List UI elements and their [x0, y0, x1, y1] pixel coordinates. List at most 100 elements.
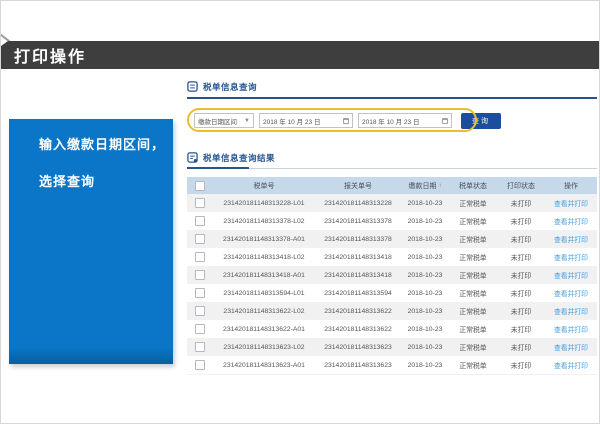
header-payment-date-label: 缴款日期 — [409, 181, 437, 191]
print-status: 未打印 — [497, 306, 545, 316]
results-section-title: 税单信息查询结果 — [203, 152, 275, 164]
row-checkbox[interactable] — [195, 306, 205, 316]
row-checkbox[interactable] — [195, 324, 205, 334]
payment-date: 2018-10-23 — [401, 290, 449, 297]
declaration-number: 231420181148313418 — [315, 254, 401, 261]
row-checkbox[interactable] — [195, 252, 205, 262]
results-section-header: 税单信息查询结果 — [187, 150, 597, 169]
declaration-number: 231420181148313623 — [315, 362, 401, 369]
date-from-input[interactable]: 2018 年 10 月 23 日 — [259, 113, 353, 128]
app-screenshot: 税单信息查询 缴款日期区间 ▼ 2018 年 10 月 23 日 2018 年 … — [187, 79, 597, 375]
instruction-panel: 输入缴款日期区间， 选择查询 — [9, 119, 173, 364]
payment-date: 2018-10-23 — [401, 272, 449, 279]
select-all-checkbox[interactable] — [195, 181, 205, 191]
declaration-number: 231420181148313622 — [315, 308, 401, 315]
declaration-number: 231420181148313228 — [315, 200, 401, 207]
tax-bill-number: 231420181148313418-A01 — [213, 272, 315, 279]
row-checkbox-cell — [187, 234, 213, 244]
print-status: 未打印 — [497, 216, 545, 226]
sort-ascending-icon: ↑ — [439, 183, 442, 189]
query-section-header: 税单信息查询 — [187, 79, 597, 99]
table-row: 231420181148313623-A01 23142018114831362… — [187, 356, 597, 374]
view-print-link[interactable]: 查看并打印 — [545, 342, 597, 352]
print-status: 未打印 — [497, 324, 545, 334]
view-print-link[interactable]: 查看并打印 — [545, 270, 597, 280]
payment-date: 2018-10-23 — [401, 200, 449, 207]
print-status: 未打印 — [497, 288, 545, 298]
view-print-link[interactable]: 查看并打印 — [545, 360, 597, 370]
table-row: 231420181148313228-L01 23142018114831322… — [187, 194, 597, 212]
row-checkbox-cell — [187, 324, 213, 334]
row-checkbox-cell — [187, 270, 213, 280]
tax-bill-number: 231420181148313228-L01 — [213, 200, 315, 207]
header-bill-status: 税单状态 — [449, 181, 497, 191]
table-row: 231420181148313636-L01 23142018114831363… — [187, 374, 597, 375]
bill-status: 正常税单 — [449, 288, 497, 298]
row-checkbox[interactable] — [195, 288, 205, 298]
print-status: 未打印 — [497, 360, 545, 370]
row-checkbox-cell — [187, 288, 213, 298]
tax-bill-number: 231420181148313378-A01 — [213, 236, 315, 243]
date-to-value: 2018 年 10 月 23 日 — [362, 116, 419, 126]
print-status: 未打印 — [497, 252, 545, 262]
print-status: 未打印 — [497, 270, 545, 280]
payment-date: 2018-10-23 — [401, 236, 449, 243]
view-print-link[interactable]: 查看并打印 — [545, 324, 597, 334]
row-checkbox-cell — [187, 198, 213, 208]
calendar-icon — [343, 118, 349, 124]
print-status: 未打印 — [497, 198, 545, 208]
bill-status: 正常税单 — [449, 252, 497, 262]
declaration-number: 231420181148313623 — [315, 344, 401, 351]
row-checkbox[interactable] — [195, 342, 205, 352]
bill-status: 正常税单 — [449, 342, 497, 352]
tax-bill-number: 231420181148313378-L02 — [213, 218, 315, 225]
row-checkbox[interactable] — [195, 270, 205, 280]
table-row: 231420181148313623-L02 23142018114831362… — [187, 338, 597, 356]
row-checkbox[interactable] — [195, 216, 205, 226]
payment-date: 2018-10-23 — [401, 254, 449, 261]
print-status: 未打印 — [497, 342, 545, 352]
row-checkbox[interactable] — [195, 234, 205, 244]
table-header-row: 税单号 报关单号 缴款日期 ↑ 税单状态 打印状态 操作 — [187, 177, 597, 194]
table-row: 231420181148313622-A01 23142018114831362… — [187, 320, 597, 338]
header-declaration-number: 报关单号 — [315, 181, 401, 191]
query-toolbar: 缴款日期区间 ▼ 2018 年 10 月 23 日 2018 年 10 月 23… — [187, 108, 597, 136]
row-checkbox[interactable] — [195, 198, 205, 208]
header-payment-date[interactable]: 缴款日期 ↑ — [401, 181, 449, 191]
document-icon — [187, 81, 198, 92]
query-section-title: 税单信息查询 — [203, 81, 257, 93]
payment-date: 2018-10-23 — [401, 326, 449, 333]
view-print-link[interactable]: 查看并打印 — [545, 234, 597, 244]
tax-bill-number: 231420181148313418-L02 — [213, 254, 315, 261]
view-print-link[interactable]: 查看并打印 — [545, 252, 597, 262]
tax-bill-number: 231420181148313594-L01 — [213, 290, 315, 297]
chevron-down-icon: ▼ — [244, 118, 250, 124]
view-print-link[interactable]: 查看并打印 — [545, 306, 597, 316]
bill-status: 正常税单 — [449, 198, 497, 208]
search-button[interactable]: 查询 — [461, 113, 501, 129]
date-to-input[interactable]: 2018 年 10 月 23 日 — [358, 113, 452, 128]
header-action: 操作 — [545, 181, 597, 191]
declaration-number: 231420181148313594 — [315, 290, 401, 297]
table-body: 231420181148313228-L01 23142018114831322… — [187, 194, 597, 375]
date-type-select-value: 缴款日期区间 — [198, 116, 237, 126]
view-print-link[interactable]: 查看并打印 — [545, 288, 597, 298]
slide-title-bar: 打印操作 — [1, 41, 600, 69]
bill-status: 正常税单 — [449, 306, 497, 316]
view-print-link[interactable]: 查看并打印 — [545, 198, 597, 208]
instruction-line-1: 输入缴款日期区间， — [9, 119, 173, 153]
date-from-value: 2018 年 10 月 23 日 — [263, 116, 320, 126]
header-checkbox-cell — [187, 181, 213, 191]
query-controls: 缴款日期区间 ▼ 2018 年 10 月 23 日 2018 年 10 月 23… — [194, 113, 501, 129]
row-checkbox-cell — [187, 216, 213, 226]
bill-status: 正常税单 — [449, 324, 497, 334]
tax-bill-number: 231420181148313623-A01 — [213, 362, 315, 369]
row-checkbox[interactable] — [195, 360, 205, 370]
tax-bill-number: 231420181148313622-L02 — [213, 308, 315, 315]
payment-date: 2018-10-23 — [401, 218, 449, 225]
declaration-number: 231420181148313378 — [315, 218, 401, 225]
view-print-link[interactable]: 查看并打印 — [545, 216, 597, 226]
table-row: 231420181148313418-A01 23142018114831341… — [187, 266, 597, 284]
date-type-select[interactable]: 缴款日期区间 ▼ — [194, 113, 254, 128]
table-row: 231420181148313418-L02 23142018114831341… — [187, 248, 597, 266]
